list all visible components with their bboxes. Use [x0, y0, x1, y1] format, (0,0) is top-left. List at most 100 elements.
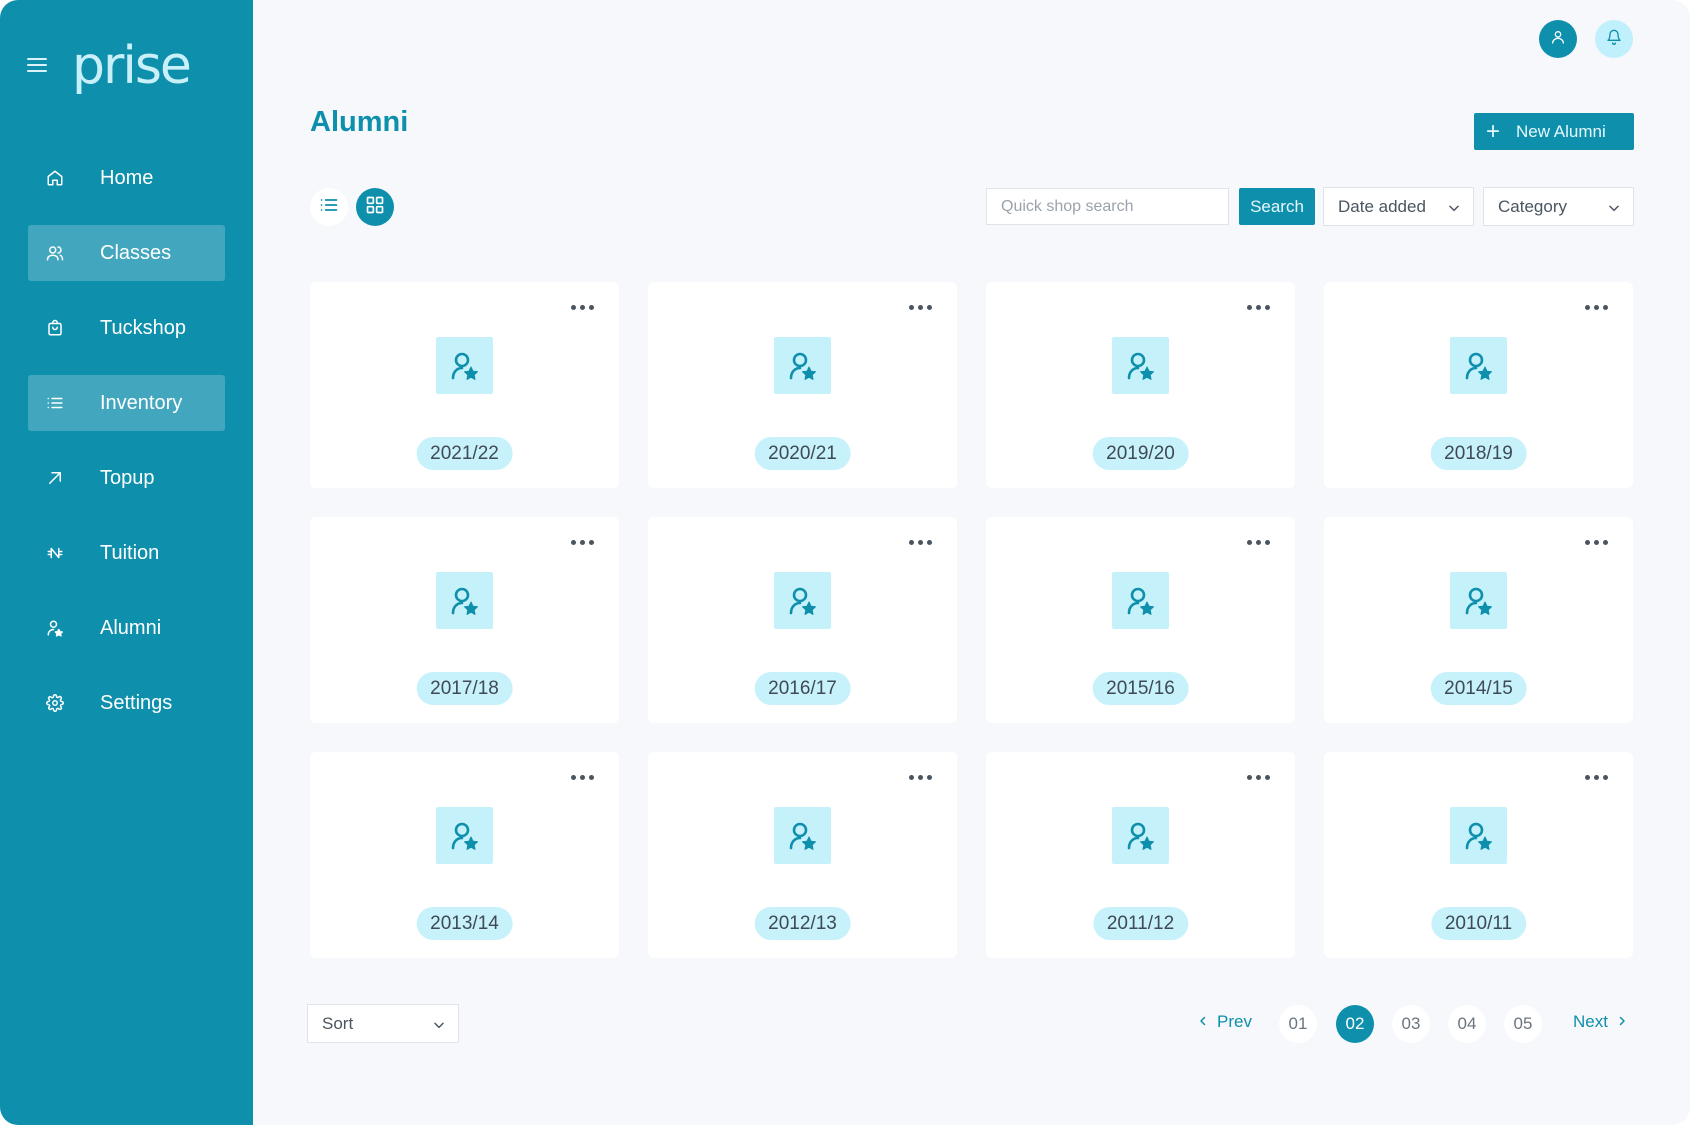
plus-icon: + [1486, 117, 1501, 145]
more-options-icon[interactable] [571, 772, 599, 782]
year-badge: 2015/16 [1092, 672, 1189, 705]
search-input[interactable] [986, 188, 1229, 225]
list-icon [46, 394, 64, 412]
year-badge: 2013/14 [416, 907, 513, 940]
category-value: Category [1498, 196, 1567, 216]
chevron-down-icon [1447, 200, 1461, 220]
chevron-down-icon [432, 1017, 446, 1037]
sidebar-item-label: Tuition [100, 541, 160, 564]
new-alumni-button[interactable]: + New Alumni [1474, 113, 1634, 150]
sidebar-nav: Home Classes Tuckshop Inventory Topup Tu… [28, 150, 225, 750]
user-star-icon [774, 572, 831, 629]
alumni-card[interactable]: 2015/16 [986, 517, 1295, 723]
more-options-icon[interactable] [909, 772, 937, 782]
alumni-card[interactable]: 2016/17 [648, 517, 957, 723]
category-select[interactable]: Category [1483, 187, 1634, 226]
more-options-icon[interactable] [1247, 772, 1275, 782]
year-badge: 2011/12 [1092, 907, 1189, 940]
page-button-04[interactable]: 04 [1448, 1005, 1486, 1043]
more-options-icon[interactable] [1247, 302, 1275, 312]
alumni-card[interactable]: 2020/21 [648, 282, 957, 488]
year-badge: 2010/11 [1430, 907, 1527, 940]
sidebar-item-classes[interactable]: Classes [28, 225, 225, 281]
more-options-icon[interactable] [909, 537, 937, 547]
alumni-card[interactable]: 2021/22 [310, 282, 619, 488]
gear-icon [46, 694, 64, 712]
alumni-card[interactable]: 2010/11 [1324, 752, 1633, 958]
user-star-icon [774, 337, 831, 394]
sidebar-item-label: Home [100, 166, 154, 189]
page-button-03[interactable]: 03 [1392, 1005, 1430, 1043]
grid-view-button[interactable] [356, 188, 394, 226]
more-options-icon[interactable] [1247, 537, 1275, 547]
chevron-left-icon [1197, 1012, 1209, 1032]
alumni-card[interactable]: 2013/14 [310, 752, 619, 958]
notifications-button[interactable] [1595, 20, 1633, 58]
year-badge: 2012/13 [754, 907, 851, 940]
prev-label: Prev [1217, 1012, 1252, 1031]
profile-button[interactable] [1539, 20, 1577, 58]
more-options-icon[interactable] [1585, 537, 1613, 547]
new-alumni-label: New Alumni [1516, 121, 1606, 141]
search-button[interactable]: Search [1239, 188, 1315, 225]
prev-page-button[interactable]: Prev [1197, 1012, 1252, 1032]
year-badge: 2021/22 [416, 437, 513, 470]
sidebar-item-label: Settings [100, 691, 173, 714]
bell-icon [1606, 29, 1622, 50]
more-options-icon[interactable] [1585, 302, 1613, 312]
home-icon [46, 169, 64, 187]
more-options-icon[interactable] [909, 302, 937, 312]
sidebar-item-topup[interactable]: Topup [28, 450, 225, 506]
app-window: prise Home Classes Tuckshop Inventory To… [0, 0, 1690, 1125]
user-star-icon [46, 619, 64, 637]
user-star-icon [1450, 337, 1507, 394]
naira-icon [46, 544, 64, 562]
next-page-button[interactable]: Next [1573, 1012, 1628, 1032]
user-star-icon [1450, 572, 1507, 629]
year-badge: 2016/17 [754, 672, 851, 705]
page-button-01[interactable]: 01 [1279, 1005, 1317, 1043]
year-badge: 2017/18 [416, 672, 513, 705]
page-button-05[interactable]: 05 [1504, 1005, 1542, 1043]
arrow-up-right-icon [46, 469, 64, 487]
sort-select[interactable]: Sort [307, 1004, 459, 1043]
more-options-icon[interactable] [571, 302, 599, 312]
user-icon [1550, 29, 1566, 50]
alumni-card[interactable]: 2011/12 [986, 752, 1295, 958]
alumni-card[interactable]: 2012/13 [648, 752, 957, 958]
sort-value: Sort [322, 1013, 354, 1033]
shopping-bag-icon [46, 319, 64, 337]
user-star-icon [436, 807, 493, 864]
year-badge: 2014/15 [1430, 672, 1527, 705]
sidebar-item-alumni[interactable]: Alumni [28, 600, 225, 656]
user-star-icon [1112, 337, 1169, 394]
date-added-select[interactable]: Date added [1323, 187, 1474, 226]
list-view-button[interactable] [310, 188, 348, 226]
sidebar-item-label: Tuckshop [100, 316, 186, 339]
user-star-icon [1112, 572, 1169, 629]
list-icon [319, 195, 339, 220]
user-star-icon [1450, 807, 1507, 864]
more-options-icon[interactable] [1585, 772, 1613, 782]
more-options-icon[interactable] [571, 537, 599, 547]
year-badge: 2020/21 [754, 437, 851, 470]
sidebar: prise Home Classes Tuckshop Inventory To… [0, 0, 253, 1125]
user-star-icon [436, 337, 493, 394]
alumni-card[interactable]: 2019/20 [986, 282, 1295, 488]
date-added-value: Date added [1338, 196, 1426, 216]
sidebar-item-inventory[interactable]: Inventory [28, 375, 225, 431]
sidebar-item-home[interactable]: Home [28, 150, 225, 206]
alumni-card[interactable]: 2017/18 [310, 517, 619, 723]
user-star-icon [436, 572, 493, 629]
sidebar-item-tuckshop[interactable]: Tuckshop [28, 300, 225, 356]
sidebar-item-label: Inventory [100, 391, 183, 414]
page-button-02[interactable]: 02 [1336, 1005, 1374, 1043]
hamburger-menu-icon[interactable] [27, 58, 47, 72]
sidebar-item-tuition[interactable]: Tuition [28, 525, 225, 581]
sidebar-item-label: Classes [100, 241, 172, 264]
grid-icon [365, 195, 385, 220]
alumni-card[interactable]: 2018/19 [1324, 282, 1633, 488]
sidebar-item-settings[interactable]: Settings [28, 675, 225, 731]
users-icon [46, 244, 64, 262]
alumni-card[interactable]: 2014/15 [1324, 517, 1633, 723]
